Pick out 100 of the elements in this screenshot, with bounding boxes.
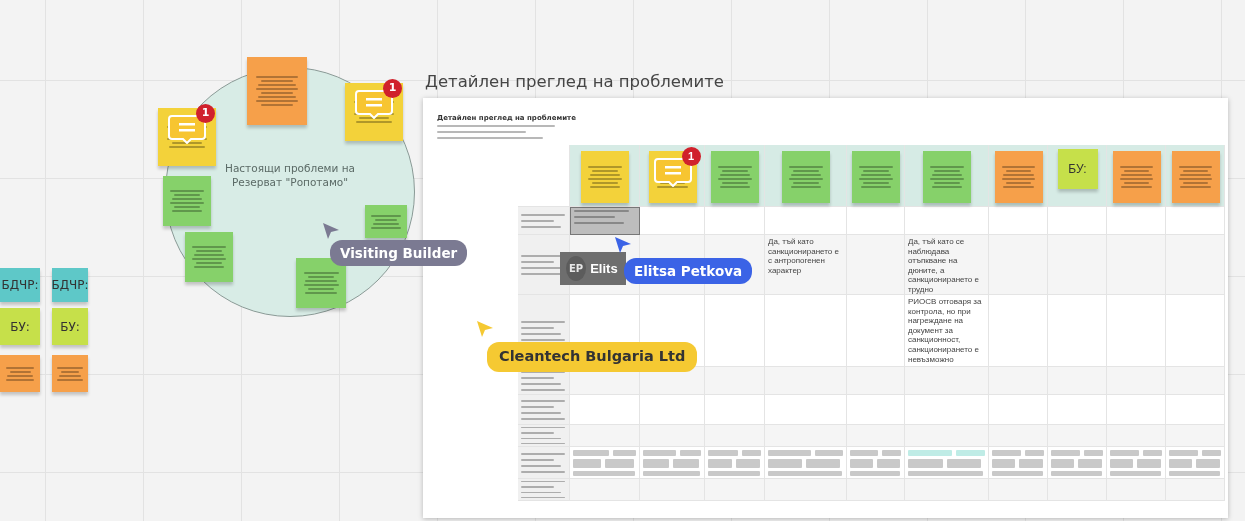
sticky-note[interactable]: БУ:: [0, 308, 40, 345]
sticky-note[interactable]: [185, 232, 233, 282]
sticky-note[interactable]: [994, 151, 1043, 203]
sticky-note[interactable]: [247, 57, 307, 125]
sticky-note[interactable]: БУ:: [52, 308, 88, 345]
table-cell: [847, 235, 905, 295]
tag-chip[interactable]: [805, 458, 840, 468]
tag-chip[interactable]: [1110, 449, 1139, 456]
tag-chip[interactable]: [741, 449, 761, 456]
tag-chip[interactable]: [908, 470, 984, 476]
tag-chip[interactable]: [708, 449, 738, 456]
tag-chip[interactable]: [643, 449, 676, 456]
comment-icon[interactable]: [355, 89, 393, 119]
tag-chip[interactable]: [1078, 458, 1102, 468]
tag-chip[interactable]: [850, 458, 873, 468]
tag-chip[interactable]: [850, 449, 879, 456]
tag-chip[interactable]: [1110, 470, 1161, 476]
tag-chip[interactable]: [1169, 458, 1193, 468]
circle-label: Настоящи проблеми на Резерват "Ропотамо": [224, 162, 356, 190]
sticky-note[interactable]: [1171, 151, 1220, 203]
sticky-note[interactable]: [711, 151, 759, 203]
user-name-label: Elits: [590, 259, 618, 278]
sticky-note[interactable]: БУ:: [1057, 149, 1098, 189]
tag-chip[interactable]: [1051, 470, 1102, 476]
sticky-note[interactable]: [1112, 151, 1161, 203]
tag-chip[interactable]: [643, 470, 700, 476]
table-cell: [1166, 235, 1225, 295]
table-cell: [1048, 395, 1107, 425]
sticky-note[interactable]: [0, 355, 40, 392]
sticky-note[interactable]: [852, 151, 900, 203]
tag-chip[interactable]: [708, 458, 732, 468]
tag-chip[interactable]: [573, 458, 602, 468]
row-label-cell: [518, 207, 570, 235]
sticky-note[interactable]: БДЧР:: [0, 268, 40, 302]
sticky-note[interactable]: [581, 151, 629, 203]
table-cell: [989, 235, 1048, 295]
tag-chip[interactable]: [1169, 449, 1198, 456]
row-label-cell: [518, 235, 570, 295]
tag-chip[interactable]: [708, 470, 760, 476]
tag-chip[interactable]: [814, 449, 843, 456]
comment-count-badge[interactable]: 1: [681, 147, 701, 166]
table-cell: [1166, 395, 1225, 425]
tag-chip[interactable]: [992, 449, 1021, 456]
tag-chip[interactable]: [992, 458, 1016, 468]
tag-chip[interactable]: [908, 449, 953, 456]
table-cell: [1048, 235, 1107, 295]
tag-chip[interactable]: [1019, 458, 1043, 468]
tag-chip[interactable]: [612, 449, 636, 456]
tag-chip[interactable]: [908, 458, 943, 468]
sticky-note[interactable]: [782, 151, 830, 203]
comment-icon[interactable]: [168, 114, 206, 144]
tag-chip[interactable]: [1051, 458, 1075, 468]
tag-chip[interactable]: [876, 458, 900, 468]
table-cell: [1166, 367, 1225, 395]
tag-chip[interactable]: [946, 458, 982, 468]
tag-chip[interactable]: [1084, 449, 1103, 456]
tag-chip[interactable]: [679, 449, 701, 456]
avatar-initials: EP: [566, 256, 587, 281]
tag-chip[interactable]: [573, 449, 609, 456]
tag-chip[interactable]: [1169, 470, 1220, 476]
table-cell: [989, 395, 1048, 425]
sticky-note[interactable]: [163, 176, 211, 226]
tag-chip[interactable]: [768, 458, 802, 468]
tag-chip[interactable]: [735, 458, 760, 468]
tag-chip[interactable]: [768, 449, 811, 456]
table-cell: [1107, 367, 1166, 395]
tag-chip[interactable]: [1051, 449, 1080, 456]
table-cell: Да, тъй като санкционирането е с антропогенен характер: [765, 235, 847, 295]
sticky-note[interactable]: БДЧР:: [52, 268, 88, 302]
table-cell: [705, 367, 765, 395]
tag-chip[interactable]: [605, 458, 634, 468]
table-cell: [1107, 235, 1166, 295]
tag-chip[interactable]: [673, 458, 700, 468]
row-label-cell: [518, 395, 570, 425]
tag-chip[interactable]: [882, 449, 901, 456]
table-cell: [1107, 295, 1166, 367]
comment-count-badge[interactable]: 1: [383, 79, 402, 98]
comment-count-badge[interactable]: 1: [196, 104, 215, 123]
table-cell: [1166, 295, 1225, 367]
tag-chip[interactable]: [1137, 458, 1161, 468]
tag-chip[interactable]: [1025, 449, 1044, 456]
table-cell: [847, 295, 905, 367]
tag-chip[interactable]: [1110, 458, 1134, 468]
tag-chip[interactable]: [1196, 458, 1220, 468]
tag-chip[interactable]: [850, 470, 900, 476]
sticky-note[interactable]: [923, 151, 971, 203]
tag-chip[interactable]: [1202, 449, 1221, 456]
row-label-cell: [518, 479, 570, 501]
sticky-note[interactable]: [365, 205, 407, 238]
tag-chip[interactable]: [1143, 449, 1162, 456]
sticky-note[interactable]: [52, 355, 88, 392]
user-name-label: Visiting Builder: [330, 240, 468, 267]
table-cell: Да, тъй като се наблюдава отъпкване на дюните, а санкционирането е трудно: [905, 235, 989, 295]
tag-chip[interactable]: [956, 449, 985, 456]
table-cell: РИОСВ отговаря за контрола, но при нагреждане на документ за санкционност, санкционирането е невъзможно: [905, 295, 989, 367]
tag-chip[interactable]: [643, 458, 670, 468]
table-cell: [705, 295, 765, 367]
tag-chip[interactable]: [768, 470, 842, 476]
tag-chip[interactable]: [992, 470, 1043, 476]
tag-chip[interactable]: [573, 470, 635, 476]
